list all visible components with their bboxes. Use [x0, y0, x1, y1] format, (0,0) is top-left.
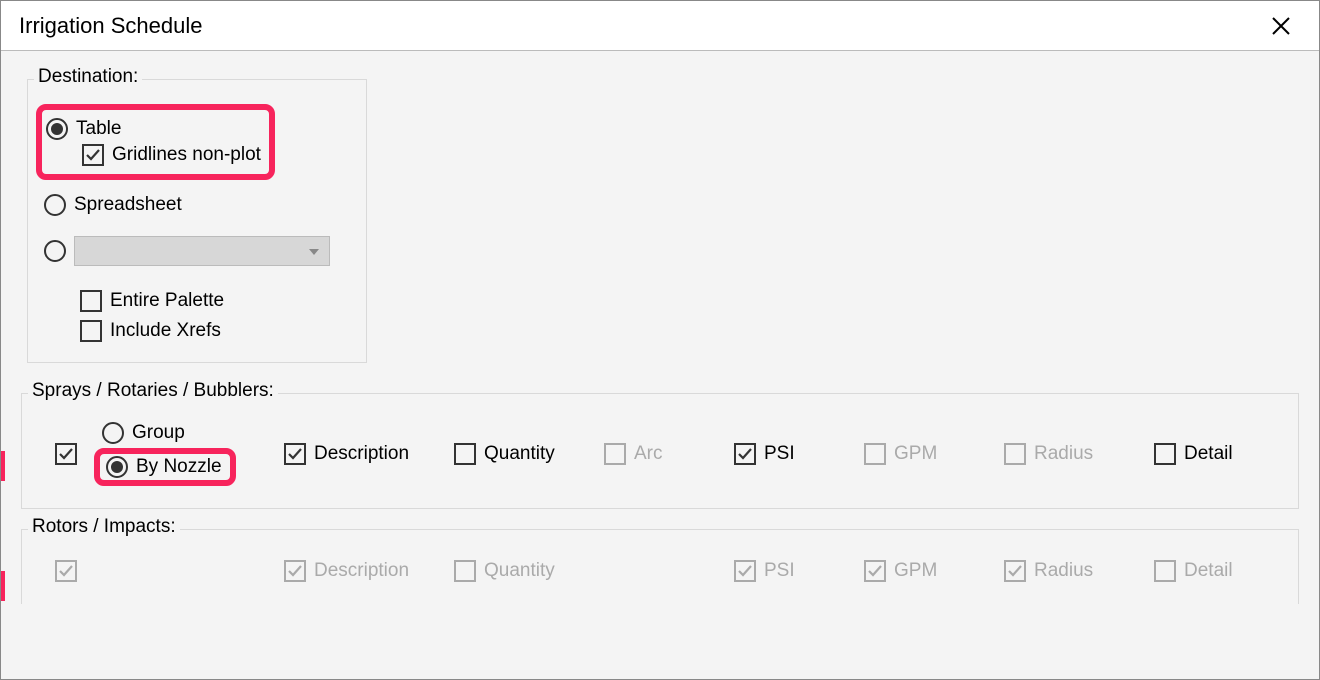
srb-psi-checkbox[interactable]	[734, 443, 756, 465]
checkbox-entire-palette[interactable]	[80, 290, 102, 312]
rotors-psi-label: PSI	[764, 560, 795, 582]
rotors-quantity-checkbox	[454, 560, 476, 582]
existing-schedule-dropdown[interactable]	[74, 236, 330, 266]
dialog-content: Destination: Table Gridlines non-plot Sp…	[1, 51, 1319, 679]
radio-spreadsheet[interactable]	[44, 194, 66, 216]
srb-radius-label: Radius	[1034, 443, 1093, 465]
rotors-gpm-label: GPM	[894, 560, 937, 582]
radio-existing-schedule[interactable]	[44, 240, 66, 262]
rotors-psi-checkbox	[734, 560, 756, 582]
checkbox-entire-palette-label: Entire Palette	[110, 290, 224, 312]
radio-srb-group[interactable]	[102, 422, 124, 444]
radio-srb-group-label: Group	[132, 422, 185, 444]
srb-gpm-checkbox	[864, 443, 886, 465]
srb-gpm-label: GPM	[894, 443, 937, 465]
radio-table[interactable]	[46, 118, 68, 140]
srb-quantity-checkbox[interactable]	[454, 443, 476, 465]
checkbox-include-xrefs[interactable]	[80, 320, 102, 342]
rotors-description-label: Description	[314, 560, 409, 582]
highlight-by-nozzle: By Nozzle	[94, 448, 236, 486]
srb-description-checkbox[interactable]	[284, 443, 306, 465]
rotors-radius-label: Radius	[1034, 560, 1093, 582]
radio-table-label: Table	[76, 118, 121, 140]
srb-radius-checkbox	[1004, 443, 1026, 465]
left-edge-accent-1	[1, 451, 5, 481]
window-title: Irrigation Schedule	[19, 13, 202, 39]
destination-group: Destination: Table Gridlines non-plot Sp…	[27, 79, 367, 363]
srb-arc-checkbox	[604, 443, 626, 465]
highlight-table-option: Table Gridlines non-plot	[36, 104, 275, 180]
rotors-legend: Rotors / Impacts:	[28, 516, 180, 538]
srb-arc-label: Arc	[634, 443, 663, 465]
srb-detail-checkbox[interactable]	[1154, 443, 1176, 465]
checkbox-gridlines-label: Gridlines non-plot	[112, 144, 261, 166]
rotors-quantity-label: Quantity	[484, 560, 555, 582]
rotors-description-checkbox	[284, 560, 306, 582]
checkbox-gridlines-non-plot[interactable]	[82, 144, 104, 166]
close-button[interactable]	[1261, 6, 1301, 46]
rotors-detail-label: Detail	[1184, 560, 1233, 582]
srb-quantity-label: Quantity	[484, 443, 555, 465]
rotors-enable-checkbox	[55, 560, 77, 582]
dialog-window: Irrigation Schedule Destination: Table G…	[0, 0, 1320, 680]
destination-legend: Destination:	[34, 66, 142, 88]
close-icon	[1271, 16, 1291, 36]
srb-legend: Sprays / Rotaries / Bubblers:	[28, 380, 278, 402]
srb-description-label: Description	[314, 443, 409, 465]
checkbox-include-xrefs-label: Include Xrefs	[110, 320, 221, 342]
radio-srb-by-nozzle[interactable]	[106, 456, 128, 478]
radio-srb-by-nozzle-label: By Nozzle	[136, 456, 222, 478]
srb-psi-label: PSI	[764, 443, 795, 465]
titlebar: Irrigation Schedule	[1, 1, 1319, 51]
rotors-gpm-checkbox	[864, 560, 886, 582]
rotors-group: Rotors / Impacts: Description	[21, 529, 1299, 604]
srb-group: Sprays / Rotaries / Bubblers: Group	[21, 393, 1299, 509]
srb-detail-label: Detail	[1184, 443, 1233, 465]
radio-spreadsheet-label: Spreadsheet	[74, 194, 182, 216]
rotors-detail-checkbox	[1154, 560, 1176, 582]
left-edge-accent-2	[1, 571, 5, 601]
rotors-radius-checkbox	[1004, 560, 1026, 582]
srb-enable-checkbox[interactable]	[55, 443, 77, 465]
